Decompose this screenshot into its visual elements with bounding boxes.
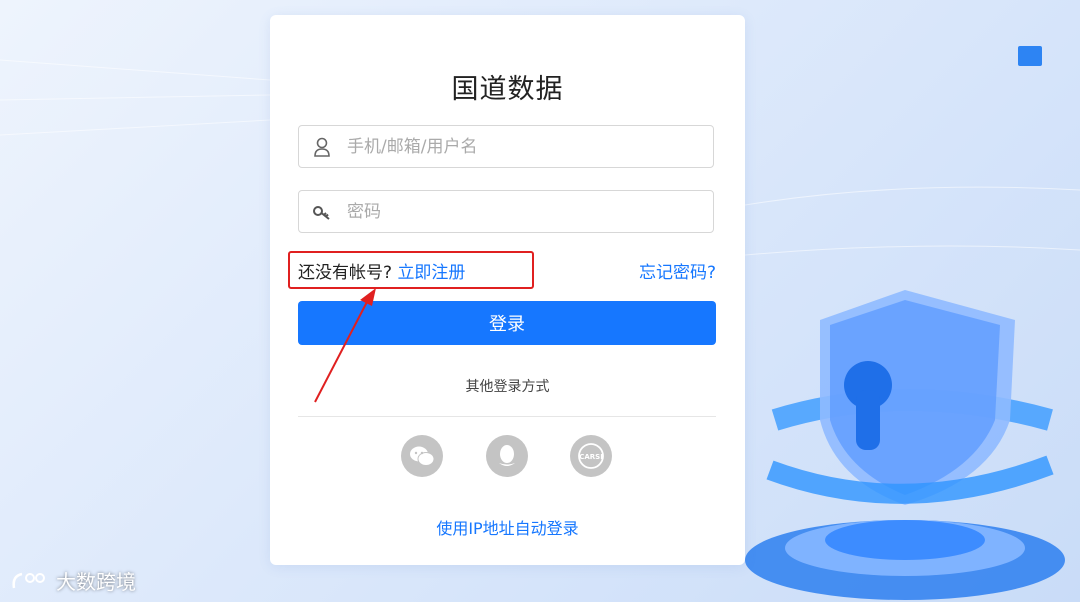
watermark-logo-icon	[12, 572, 45, 588]
annotation-arrow	[314, 288, 376, 403]
watermark: 大数跨境	[10, 566, 136, 595]
watermark-text: 大数跨境	[56, 570, 136, 594]
